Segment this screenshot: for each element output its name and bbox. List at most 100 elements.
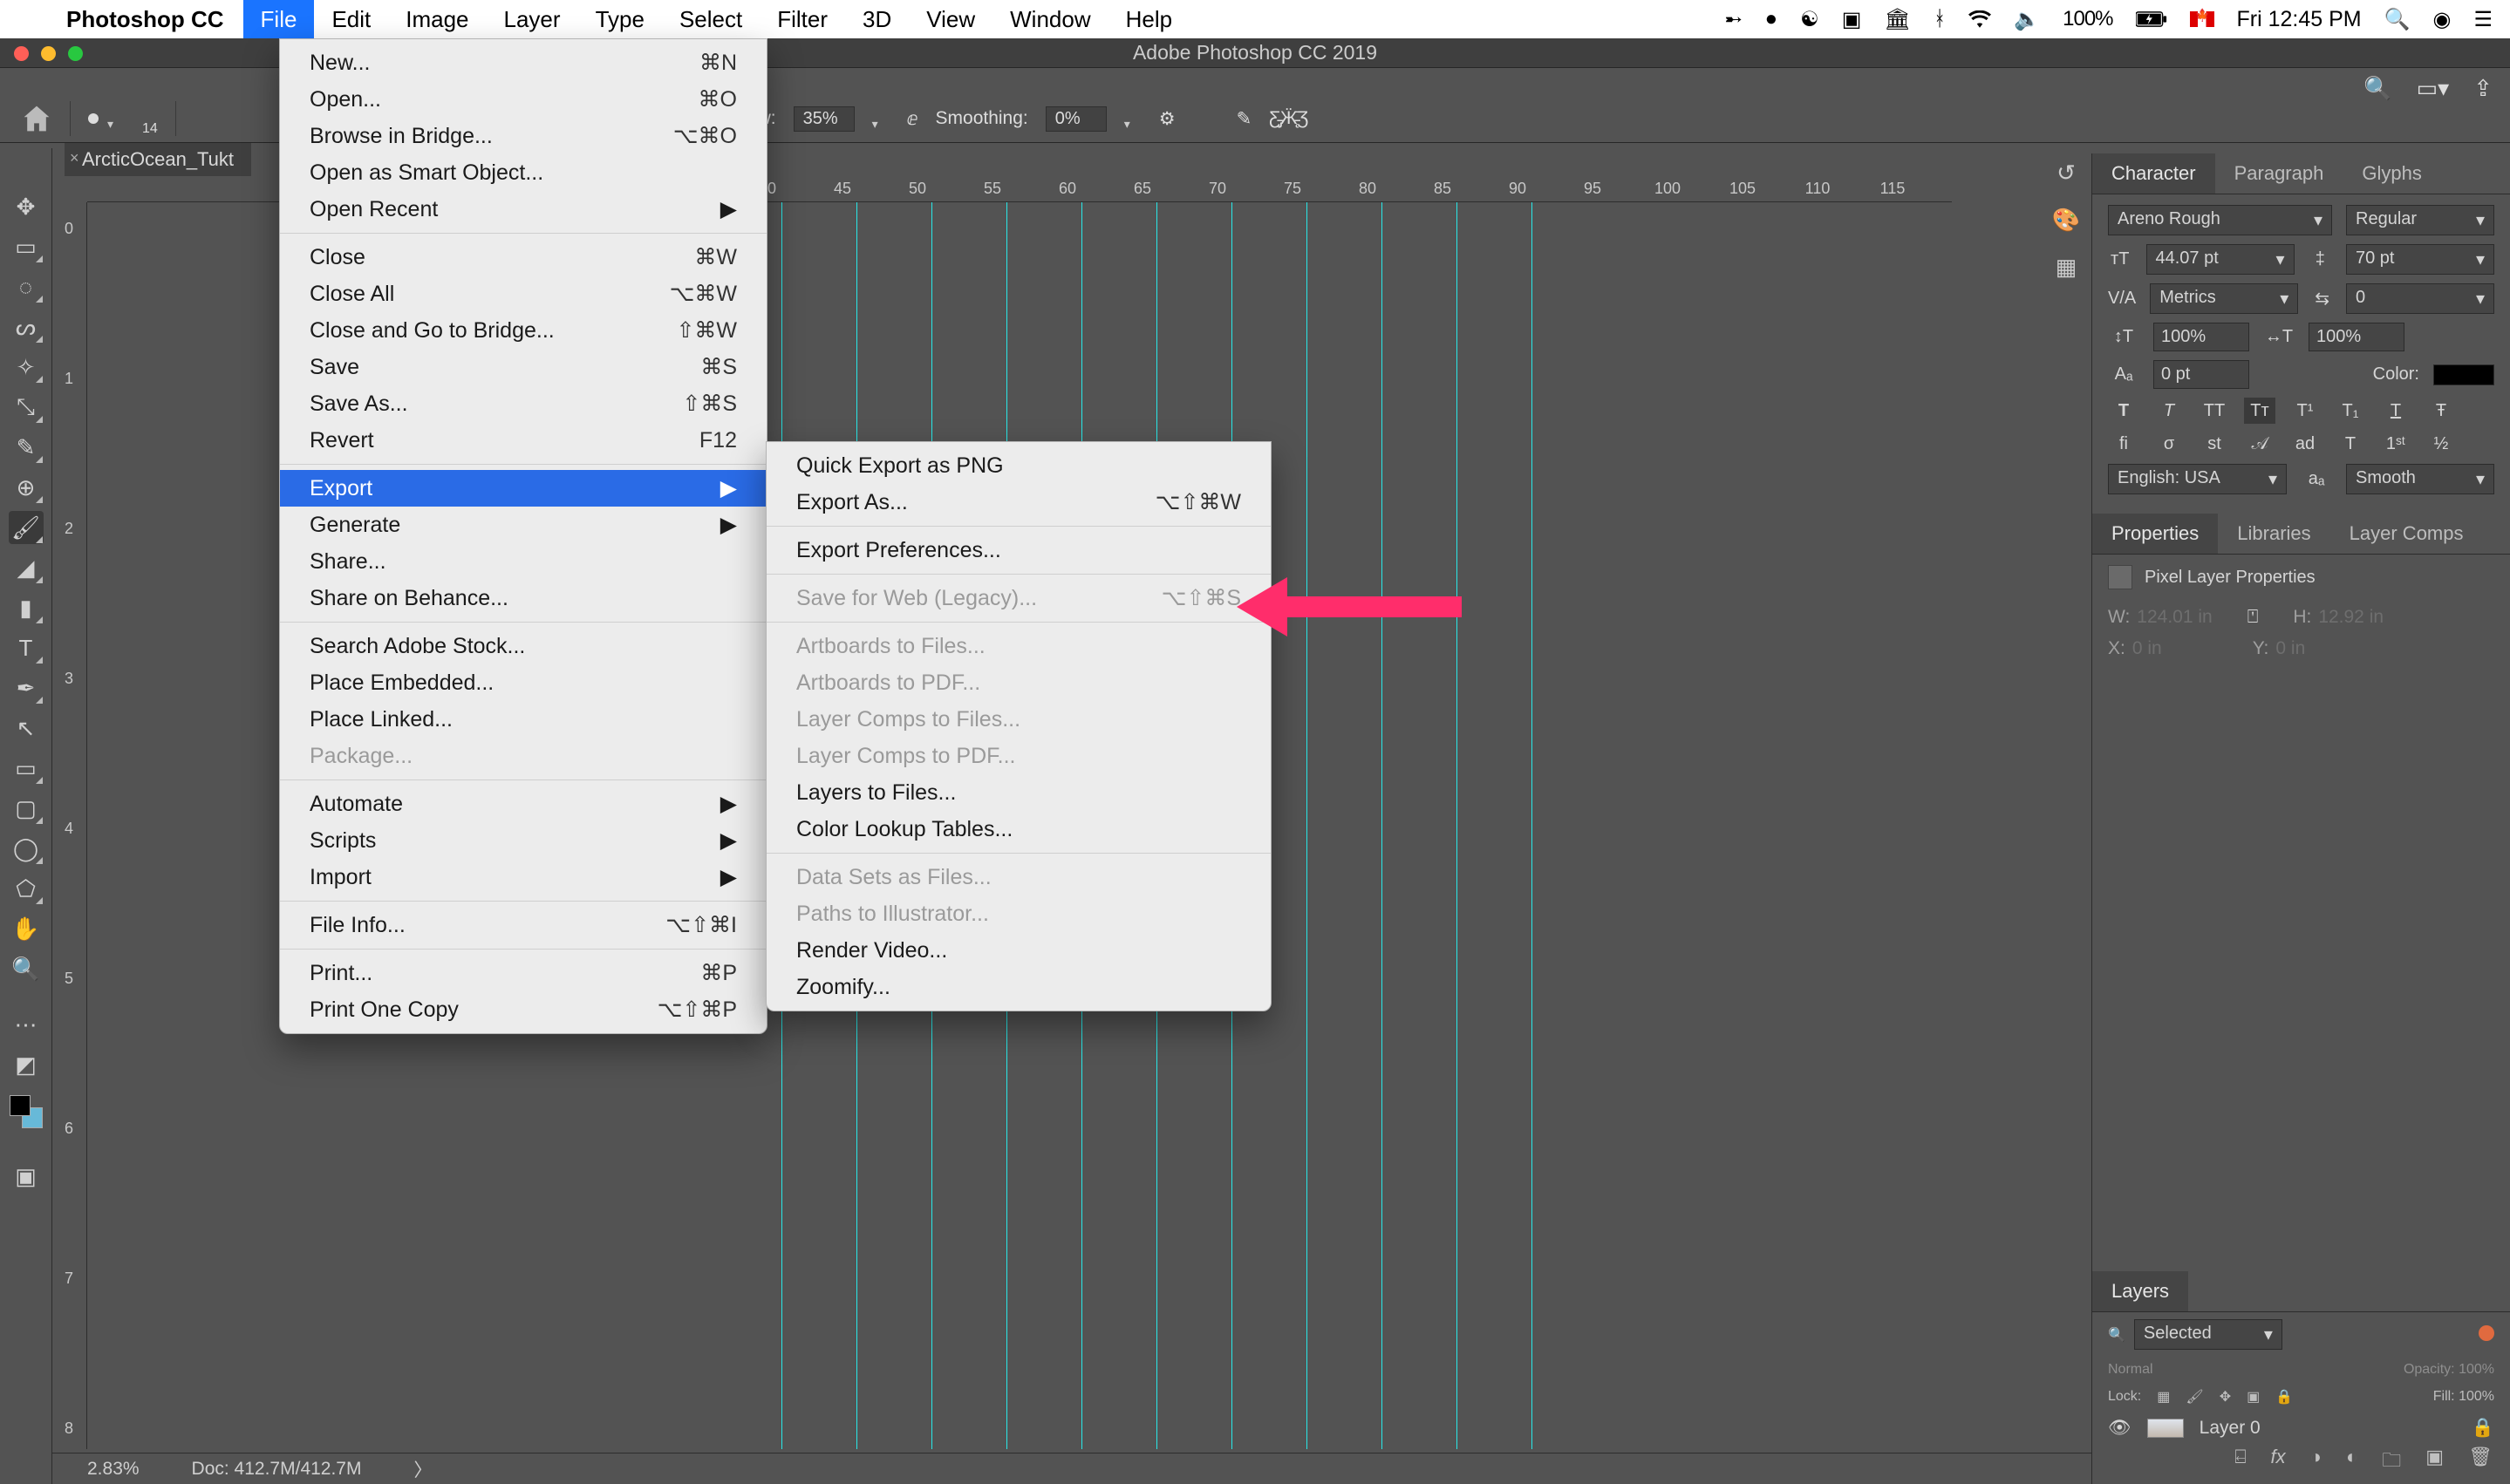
tab-layer-comps[interactable]: Layer Comps	[2330, 514, 2483, 554]
underline-button[interactable]: T	[2380, 398, 2411, 424]
lock-transparency-icon[interactable]: ▦	[2157, 1388, 2170, 1406]
tab-layers[interactable]: Layers	[2092, 1271, 2188, 1311]
export-menu-item-11[interactable]: Layers to Files...	[767, 774, 1271, 811]
layer-name[interactable]: Layer 0	[2200, 1418, 2261, 1439]
file-menu-item-20[interactable]: Place Linked...	[280, 701, 767, 738]
brush-size[interactable]: 14	[142, 121, 158, 137]
artboard-tool-icon[interactable]: ▭	[9, 230, 44, 263]
ellipse-tool-icon[interactable]: ◯	[9, 832, 44, 865]
language-dropdown[interactable]: English: USA▾	[2108, 464, 2287, 494]
tab-libraries[interactable]: Libraries	[2218, 514, 2329, 554]
mac-menu-file[interactable]: File	[243, 0, 315, 38]
edit-toolbar-icon[interactable]: ⋯	[9, 1008, 44, 1041]
allcaps-button[interactable]: TT	[2199, 398, 2230, 424]
superscript-button[interactable]: T¹	[2289, 398, 2321, 424]
horiz-scale-input[interactable]: 100%	[2309, 323, 2404, 351]
layer-row[interactable]: 👁 Layer 0 🔒	[2092, 1411, 2510, 1446]
document-size[interactable]: Doc: 412.7M/412.7M	[192, 1459, 362, 1480]
tab-paragraph[interactable]: Paragraph	[2215, 153, 2343, 194]
font-style-dropdown[interactable]: Regular▾	[2346, 205, 2494, 235]
file-menu-item-9[interactable]: Save⌘S	[280, 349, 767, 385]
vertical-ruler[interactable]: 012345678	[52, 202, 87, 1449]
baseline-input[interactable]: 0 pt	[2153, 360, 2249, 389]
layer-fx-icon[interactable]: fx	[2271, 1446, 2286, 1479]
zoom-tool-icon[interactable]: 🔍	[9, 952, 44, 985]
crop-tool-icon[interactable]: ⤡	[9, 391, 44, 424]
menuextra-icon-2[interactable]: ●	[1765, 7, 1778, 31]
titling-button[interactable]: T	[2335, 431, 2366, 457]
ordinals-button[interactable]: 1ˢᵗ	[2380, 431, 2411, 457]
smoothing-input[interactable]: 0%	[1046, 106, 1107, 132]
export-menu-item-3[interactable]: Export Preferences...	[767, 532, 1271, 568]
ligatures-button[interactable]: fi	[2108, 431, 2139, 457]
file-menu-item-16[interactable]: Share on Behance...	[280, 580, 767, 616]
file-menu-item-11[interactable]: RevertF12	[280, 422, 767, 459]
layer-filter-dropdown[interactable]: Selected▾	[2134, 1319, 2282, 1350]
butterfly-icon[interactable]: Ƹ̵̡Ӝ̵̨̄Ʒ	[1269, 108, 1308, 129]
mac-menu-image[interactable]: Image	[388, 0, 486, 38]
type-tool-icon[interactable]: T	[9, 631, 44, 664]
file-menu-item-24[interactable]: Scripts▶	[280, 822, 767, 859]
add-mask-icon[interactable]: ◑	[2310, 1446, 2322, 1479]
swash-button[interactable]: 𝒜	[2244, 431, 2275, 457]
text-color-swatch[interactable]	[2433, 364, 2494, 385]
file-menu-item-8[interactable]: Close and Go to Bridge...⇧⌘W	[280, 312, 767, 349]
hand-tool-icon[interactable]: ✋	[9, 912, 44, 945]
export-menu-item-16[interactable]: Render Video...	[767, 932, 1271, 969]
rectangle-tool-icon[interactable]: ▭	[9, 752, 44, 785]
fractions-button[interactable]: ½	[2425, 431, 2457, 457]
export-menu-item-0[interactable]: Quick Export as PNG	[767, 447, 1271, 484]
lock-all-icon[interactable]: 🔒	[2275, 1388, 2293, 1406]
history-panel-icon[interactable]: ↺	[2043, 153, 2090, 192]
file-menu-item-0[interactable]: New...⌘N	[280, 44, 767, 81]
y-field[interactable]: Y:0 in	[2253, 638, 2306, 659]
layer-filter-search-icon[interactable]: 🔍	[2108, 1326, 2125, 1344]
share-icon[interactable]: ⇪	[2473, 75, 2493, 102]
zoom-level[interactable]: 2.83%	[87, 1459, 140, 1480]
screen-mode-icon[interactable]: ▣	[9, 1160, 44, 1193]
file-menu-item-25[interactable]: Import▶	[280, 859, 767, 895]
file-menu-item-6[interactable]: Close⌘W	[280, 239, 767, 276]
mac-menu-view[interactable]: View	[909, 0, 992, 38]
window-traffic-lights[interactable]	[14, 46, 83, 61]
new-adjustment-icon[interactable]: ◐	[2346, 1446, 2357, 1479]
lock-artboard-icon[interactable]: ▣	[2247, 1388, 2260, 1406]
vert-scale-input[interactable]: 100%	[2153, 323, 2249, 351]
lock-position-icon[interactable]: ✥	[2220, 1388, 2231, 1406]
menuextra-icon-4[interactable]: ▣	[1842, 7, 1862, 32]
mac-menu-edit[interactable]: Edit	[314, 0, 388, 38]
file-menu-item-29[interactable]: Print...⌘P	[280, 955, 767, 991]
file-menu-item-19[interactable]: Place Embedded...	[280, 664, 767, 701]
file-menu-item-7[interactable]: Close All⌥⌘W	[280, 276, 767, 312]
new-group-icon[interactable]: 🗀	[2382, 1446, 2401, 1479]
zoom-window-button[interactable]	[68, 46, 83, 61]
menubar-clock[interactable]: Fri 12:45 PM	[2237, 7, 2362, 32]
antialias-dropdown[interactable]: Smooth▾	[2346, 464, 2494, 494]
font-size-input[interactable]: 44.07 pt▾	[2146, 244, 2295, 275]
file-menu-item-18[interactable]: Search Adobe Stock...	[280, 628, 767, 664]
file-menu-item-30[interactable]: Print One Copy⌥⇧⌘P	[280, 991, 767, 1028]
input-source-flag-icon[interactable]	[2190, 11, 2214, 27]
bluetooth-icon[interactable]: ᚼ	[1934, 7, 1946, 31]
file-menu-item-13[interactable]: Export▶	[280, 470, 767, 507]
export-menu-item-17[interactable]: Zoomify...	[767, 969, 1271, 1005]
file-menu-item-15[interactable]: Share...	[280, 543, 767, 580]
mac-menu-layer[interactable]: Layer	[487, 0, 578, 38]
mac-menu-select[interactable]: Select	[662, 0, 760, 38]
rounded-rect-tool-icon[interactable]: ▢	[9, 792, 44, 825]
color-panel-icon[interactable]: 🎨	[2043, 201, 2090, 239]
menuextra-icon-1[interactable]: ➸	[1725, 7, 1743, 32]
status-flyout-icon[interactable]: 〉	[413, 1456, 432, 1482]
battery-icon[interactable]	[2136, 11, 2167, 27]
opacity-input[interactable]: 100%	[2459, 1362, 2494, 1377]
volume-icon[interactable]: 🔈	[2014, 7, 2040, 32]
gradient-tool-icon[interactable]: ▮	[9, 591, 44, 624]
magic-wand-tool-icon[interactable]: ✧	[9, 351, 44, 384]
app-name[interactable]: Photoshop CC	[47, 6, 243, 33]
pen-tool-icon[interactable]: ✒	[9, 671, 44, 705]
flow-input[interactable]: 35%	[794, 106, 855, 132]
document-layout-icon[interactable]: ▭▾	[2417, 75, 2450, 102]
tracking-input[interactable]: 0▾	[2346, 283, 2494, 314]
fill-input[interactable]: 100%	[2459, 1389, 2494, 1404]
visibility-eye-icon[interactable]: 👁	[2108, 1418, 2131, 1439]
